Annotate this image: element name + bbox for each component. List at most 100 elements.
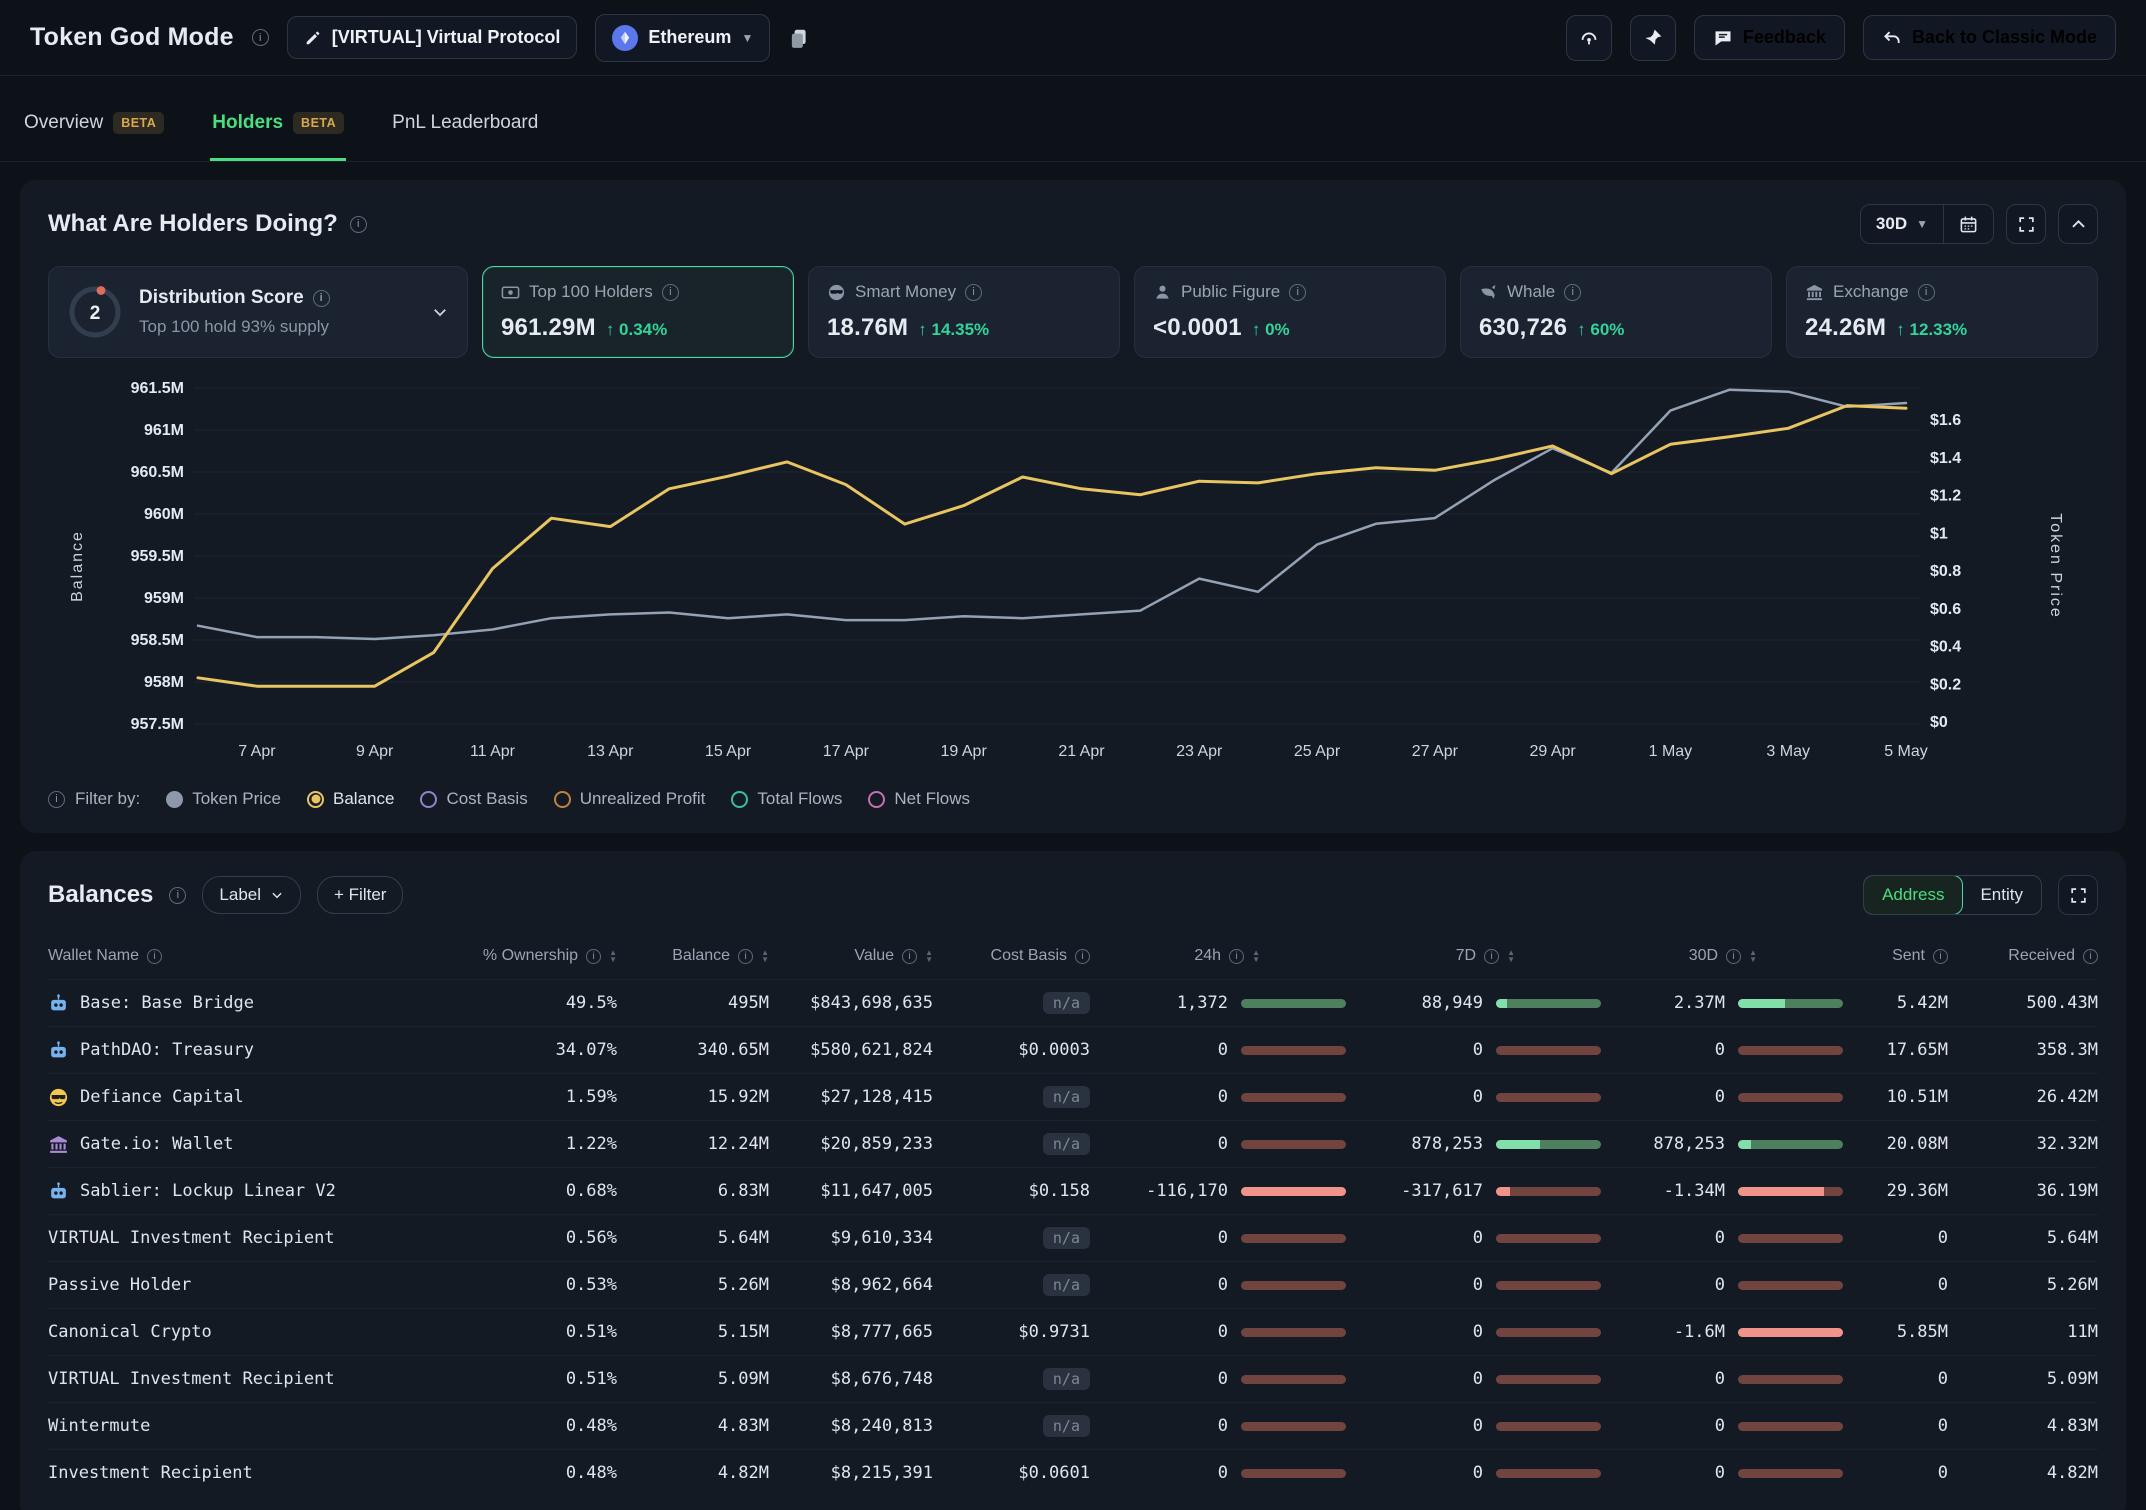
flow-30d-bar — [1738, 1234, 1843, 1243]
table-row[interactable]: PathDAO: Treasury34.07%340.65M$580,621,8… — [48, 1026, 2098, 1073]
copy-icon[interactable] — [788, 27, 810, 49]
toggle-address[interactable]: Address — [1863, 875, 1963, 915]
top100-holders-card[interactable]: Top 100 Holders i 961.29M ↑ 0.34% — [482, 266, 794, 358]
table-row[interactable]: VIRTUAL Investment Recipient0.56%5.64M$9… — [48, 1214, 2098, 1261]
info-icon[interactable]: i — [1075, 949, 1090, 964]
info-icon[interactable]: i — [169, 887, 186, 904]
feedback-button[interactable]: Feedback — [1694, 15, 1845, 60]
wallet-name[interactable]: Base: Base Bridge — [48, 993, 437, 1014]
sort-icon[interactable]: ▲▼ — [761, 949, 769, 963]
wallet-name[interactable]: Wintermute — [48, 1416, 437, 1437]
exchange-card[interactable]: Exchange i 24.26M ↑ 12.33% — [1786, 266, 2098, 358]
table-row[interactable]: Defiance Capital1.59%15.92M$27,128,415n/… — [48, 1073, 2098, 1120]
info-icon[interactable]: i — [738, 949, 753, 964]
table-row[interactable]: Sablier: Lockup Linear V20.68%6.83M$11,6… — [48, 1167, 2098, 1214]
filter-option-token-price[interactable]: Token Price — [166, 789, 281, 809]
wallet-name[interactable]: Sablier: Lockup Linear V2 — [48, 1181, 437, 1202]
wallet-name[interactable]: Investment Recipient — [48, 1463, 437, 1484]
toggle-entity[interactable]: Entity — [1962, 876, 2041, 914]
sent-cell: 20.08M — [1843, 1134, 1948, 1154]
flow-7d-cell: 0 — [1346, 1228, 1601, 1248]
column-header-value[interactable]: Valuei▲▼ — [769, 947, 933, 965]
column-header-24h[interactable]: 24hi▲▼ — [1090, 947, 1346, 965]
filter-option-unrealized-profit[interactable]: Unrealized Profit — [554, 789, 706, 809]
info-icon[interactable]: i — [48, 791, 65, 808]
distribution-score-gauge: 2 — [67, 284, 123, 340]
pin-button[interactable] — [1630, 15, 1676, 61]
sort-icon[interactable]: ▲▼ — [1749, 949, 1757, 963]
broadcast-button[interactable] — [1566, 15, 1612, 61]
table-row[interactable]: Gate.io: Wallet1.22%12.24M$20,859,233n/a… — [48, 1120, 2098, 1167]
column-header-30d[interactable]: 30Di▲▼ — [1601, 947, 1843, 965]
smart-money-card[interactable]: Smart Money i 18.76M ↑ 14.35% — [808, 266, 1120, 358]
tab-holders[interactable]: Holders BETA — [210, 112, 346, 161]
collapse-panel-button[interactable] — [2058, 204, 2098, 244]
filter-option-net-flows[interactable]: Net Flows — [868, 789, 970, 809]
wallet-name[interactable]: VIRTUAL Investment Recipient — [48, 1369, 437, 1390]
column-header-ownership[interactable]: % Ownershipi▲▼ — [437, 947, 617, 965]
table-row[interactable]: VIRTUAL Investment Recipient0.51%5.09M$8… — [48, 1355, 2098, 1402]
add-filter-button[interactable]: + Filter — [317, 876, 403, 914]
column-header-balance[interactable]: Balancei▲▼ — [617, 947, 769, 965]
cost-basis-cell: $0.0601 — [933, 1463, 1090, 1483]
distribution-score-card[interactable]: 2 Distribution Score i Top 100 hold 93% … — [48, 266, 468, 358]
info-icon[interactable]: i — [662, 284, 679, 301]
info-icon[interactable]: i — [1564, 284, 1581, 301]
info-icon[interactable]: i — [1229, 949, 1244, 964]
range-dropdown[interactable]: 30D ▼ — [1861, 205, 1943, 243]
ownership-cell: 1.59% — [437, 1087, 617, 1107]
chart-svg[interactable]: 961.5M961M960.5M960M959.5M959M958.5M958M… — [48, 374, 2098, 766]
info-icon[interactable]: i — [252, 29, 269, 46]
banknote-icon — [501, 283, 520, 302]
info-icon[interactable]: i — [313, 290, 330, 307]
back-to-classic-button[interactable]: Back to Classic Mode — [1863, 15, 2116, 60]
token-selector-button[interactable]: [VIRTUAL] Virtual Protocol — [287, 16, 578, 59]
wallet-name[interactable]: Passive Holder — [48, 1275, 437, 1296]
sort-icon[interactable]: ▲▼ — [1507, 949, 1515, 963]
table-row[interactable]: Investment Recipient0.48%4.82M$8,215,391… — [48, 1449, 2098, 1496]
expand-chart-button[interactable] — [2006, 204, 2046, 244]
info-icon[interactable]: i — [1933, 949, 1948, 964]
flow-24h-bar — [1241, 1046, 1346, 1055]
beta-badge: BETA — [113, 112, 164, 134]
flow-24h-cell: 0 — [1090, 1228, 1346, 1248]
wallet-name[interactable]: VIRTUAL Investment Recipient — [48, 1228, 437, 1249]
info-icon[interactable]: i — [1918, 284, 1935, 301]
filter-option-cost-basis[interactable]: Cost Basis — [420, 789, 527, 809]
wallet-name[interactable]: Defiance Capital — [48, 1087, 437, 1108]
filter-by-label: Filter by: — [75, 789, 140, 809]
chain-selector-button[interactable]: Ethereum ▼ — [595, 14, 770, 62]
tab-pnl-leaderboard[interactable]: PnL Leaderboard — [390, 112, 540, 161]
sort-icon[interactable]: ▲▼ — [1252, 949, 1260, 963]
info-icon[interactable]: i — [586, 949, 601, 964]
table-row[interactable]: Passive Holder0.53%5.26M$8,962,664n/a000… — [48, 1261, 2098, 1308]
table-row[interactable]: Base: Base Bridge49.5%495M$843,698,635n/… — [48, 979, 2098, 1026]
whale-card[interactable]: Whale i 630,726 ↑ 60% — [1460, 266, 1772, 358]
calendar-button[interactable] — [1944, 206, 1993, 243]
svg-text:$0: $0 — [1930, 714, 1948, 731]
info-icon[interactable]: i — [965, 284, 982, 301]
column-header-7d[interactable]: 7Di▲▼ — [1346, 947, 1601, 965]
filter-option-total-flows[interactable]: Total Flows — [731, 789, 842, 809]
info-icon[interactable]: i — [147, 949, 162, 964]
public-figure-card[interactable]: Public Figure i <0.0001 ↑ 0% — [1134, 266, 1446, 358]
info-icon[interactable]: i — [1289, 284, 1306, 301]
expand-table-button[interactable] — [2058, 875, 2098, 915]
filter-option-balance[interactable]: Balance — [307, 789, 394, 809]
tab-overview[interactable]: Overview BETA — [22, 112, 166, 161]
holders-chart[interactable]: Balance Token Price 961.5M961M960.5M960M… — [48, 374, 2098, 771]
wallet-name[interactable]: Canonical Crypto — [48, 1322, 437, 1343]
flow-30d-bar — [1738, 1046, 1843, 1055]
label-dropdown[interactable]: Label — [202, 876, 301, 914]
info-icon[interactable]: i — [1726, 949, 1741, 964]
info-icon[interactable]: i — [1484, 949, 1499, 964]
table-row[interactable]: Wintermute0.48%4.83M$8,240,813n/a00004.8… — [48, 1402, 2098, 1449]
wallet-name[interactable]: PathDAO: Treasury — [48, 1040, 437, 1061]
info-icon[interactable]: i — [902, 949, 917, 964]
wallet-name[interactable]: Gate.io: Wallet — [48, 1134, 437, 1155]
info-icon[interactable]: i — [2083, 949, 2098, 964]
table-row[interactable]: Canonical Crypto0.51%5.15M$8,777,665$0.9… — [48, 1308, 2098, 1355]
info-icon[interactable]: i — [350, 216, 367, 233]
sort-icon[interactable]: ▲▼ — [609, 949, 617, 963]
sort-icon[interactable]: ▲▼ — [925, 949, 933, 963]
